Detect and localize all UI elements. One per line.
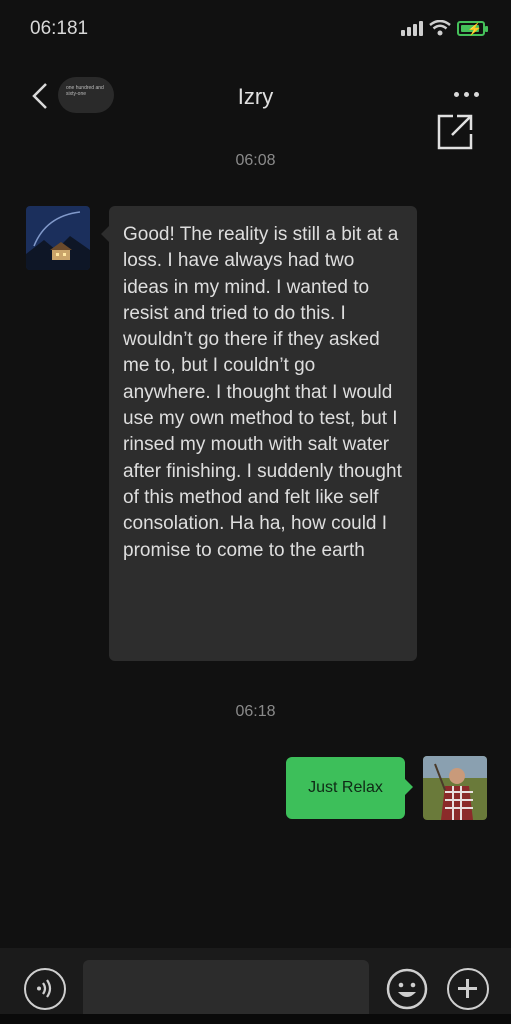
wifi-icon: [429, 20, 451, 36]
more-options-icon[interactable]: [454, 92, 479, 97]
outgoing-message-bubble[interactable]: Just Relax: [286, 757, 413, 819]
status-bar: 06:181 ⚡: [0, 0, 511, 60]
incoming-message-text: Good! The reality is still a bit at a lo…: [123, 224, 402, 561]
outgoing-message-text: Just Relax: [308, 779, 383, 796]
add-attachment-button[interactable]: [447, 968, 489, 1010]
status-time: 06:181: [30, 18, 89, 39]
input-bar: [0, 948, 511, 1024]
voice-input-button[interactable]: [24, 968, 66, 1010]
bottom-edge: [0, 1014, 511, 1024]
external-link-icon[interactable]: [437, 114, 473, 150]
battery-icon: ⚡: [457, 20, 488, 36]
chat-title: Izry: [237, 84, 274, 109]
signal-icon: [401, 20, 423, 36]
message-timestamp: 06:08: [235, 152, 276, 169]
status-icons: ⚡: [401, 20, 488, 36]
incoming-message-bubble[interactable]: Good! The reality is still a bit at a lo…: [101, 206, 417, 661]
message-timestamp: 06:18: [235, 703, 276, 720]
contact-avatar[interactable]: [26, 206, 90, 270]
emoji-icon[interactable]: [386, 968, 428, 1010]
user-avatar[interactable]: [423, 756, 487, 820]
voice-icon: [37, 979, 52, 998]
